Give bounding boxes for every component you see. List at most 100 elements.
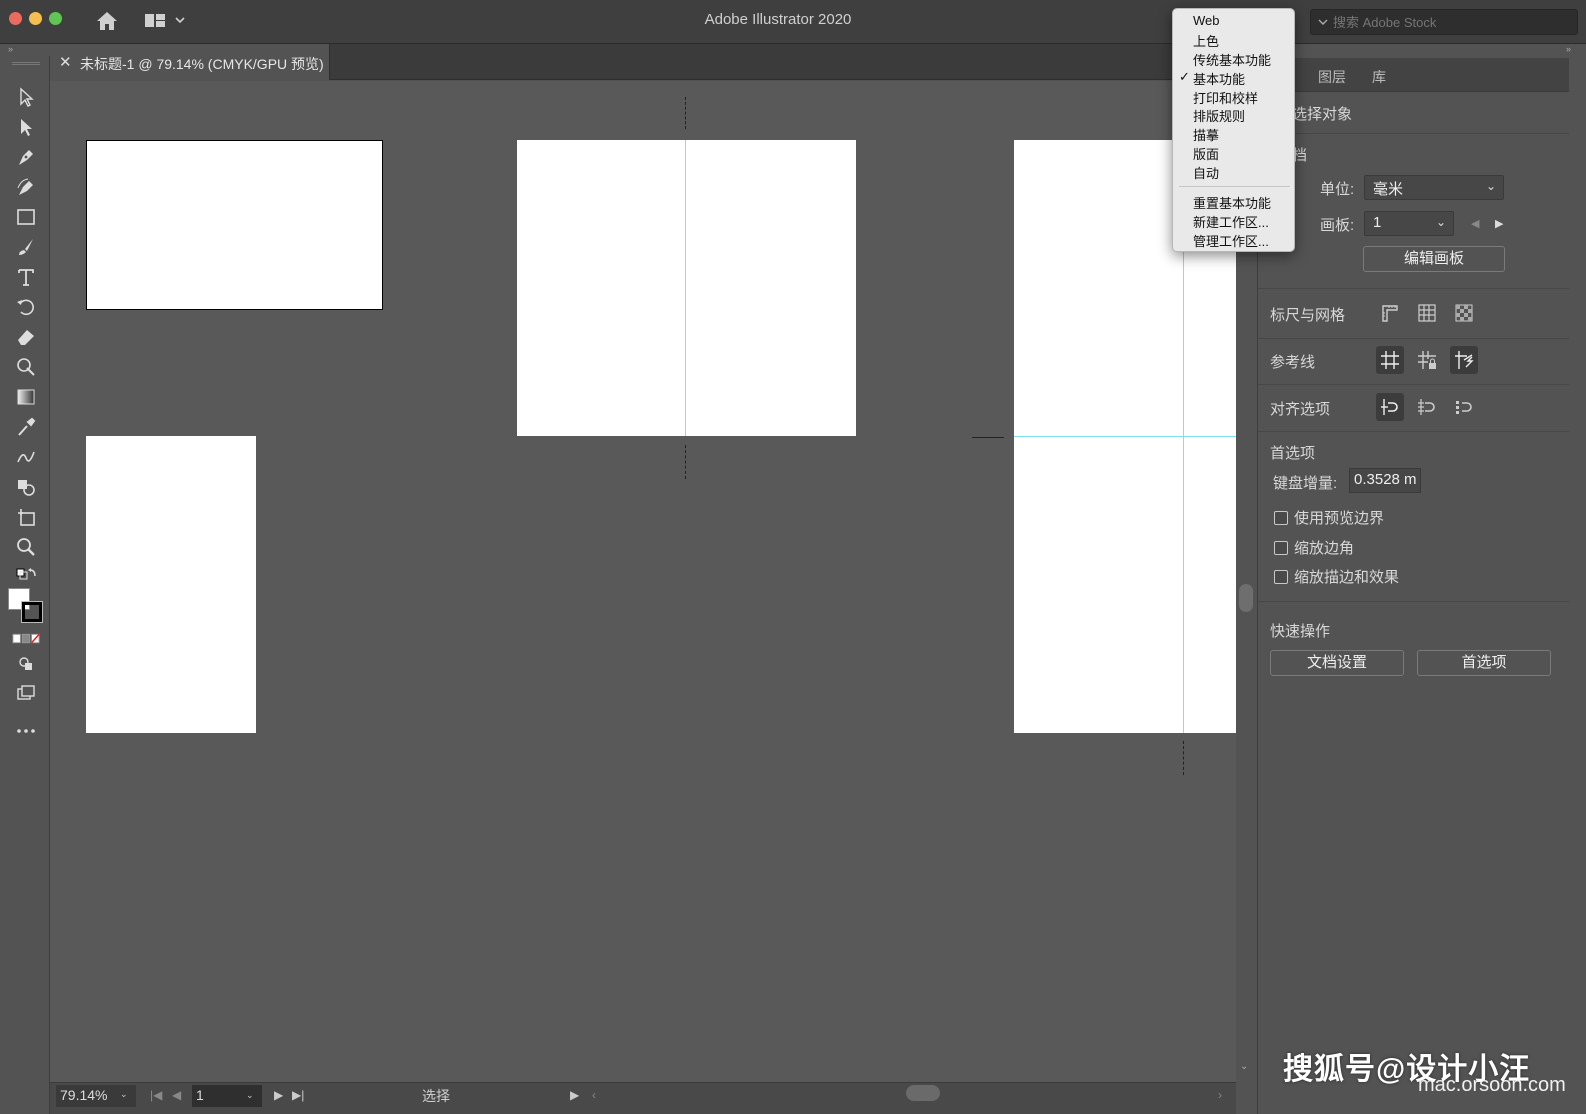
vertical-scroll-thumb[interactable] bbox=[1239, 584, 1253, 612]
menu-item-typography[interactable]: 排版规则 bbox=[1193, 106, 1245, 125]
document-tab-bar: ✕ 未标题-1 @ 79.14% (CMYK/GPU 预览) bbox=[50, 44, 1258, 80]
tools-panel bbox=[2, 56, 50, 1114]
show-rulers-button[interactable] bbox=[1376, 299, 1404, 327]
keyboard-increment-field[interactable]: 0.3528 m bbox=[1349, 468, 1421, 493]
direct-selection-tool[interactable] bbox=[12, 114, 40, 140]
artboard-tool[interactable] bbox=[12, 504, 40, 530]
artboard-4[interactable] bbox=[86, 436, 256, 733]
selection-tool[interactable] bbox=[12, 84, 40, 110]
transparency-grid-button[interactable] bbox=[1450, 299, 1478, 327]
menu-item-automation[interactable]: 自动 bbox=[1193, 163, 1219, 182]
gradient-tool[interactable] bbox=[12, 384, 40, 410]
rotate-tool[interactable] bbox=[12, 294, 40, 320]
first-artboard-icon[interactable]: |◀ bbox=[150, 1088, 162, 1102]
blend-icon bbox=[17, 451, 35, 463]
zoom-tool[interactable] bbox=[12, 534, 40, 560]
color-none-icon bbox=[12, 633, 40, 644]
pen-tool[interactable] bbox=[12, 144, 40, 170]
color-mode-buttons[interactable] bbox=[12, 626, 40, 652]
use-preview-bounds-checkbox[interactable]: 使用预览边界 bbox=[1274, 507, 1384, 528]
next-artboard-icon[interactable]: ▶ bbox=[274, 1088, 283, 1102]
eraser-tool[interactable] bbox=[12, 324, 40, 350]
show-guides-button[interactable] bbox=[1376, 346, 1404, 374]
menu-item-essentials[interactable]: 基本功能 bbox=[1193, 69, 1245, 88]
scroll-down-icon[interactable]: ⌄ bbox=[1240, 1061, 1248, 1072]
chevron-down-icon: ⌄ bbox=[1485, 179, 1496, 193]
menu-item-tracing[interactable]: 描摹 bbox=[1193, 125, 1219, 144]
scale-corners-checkbox[interactable]: 缩放边角 bbox=[1274, 537, 1354, 558]
stroke-swatch[interactable] bbox=[21, 601, 43, 623]
scale-strokes-effects-label: 缩放描边和效果 bbox=[1294, 569, 1400, 586]
artboard-2[interactable] bbox=[517, 140, 856, 436]
vertical-guide[interactable] bbox=[685, 140, 686, 436]
previous-artboard-icon[interactable]: ◀ bbox=[1471, 217, 1479, 230]
zoom-dropdown-icon[interactable]: ⌄ bbox=[120, 1089, 128, 1100]
document-tab[interactable]: ✕ 未标题-1 @ 79.14% (CMYK/GPU 预览) bbox=[50, 44, 330, 80]
snap-to-grid-button[interactable] bbox=[1413, 393, 1441, 421]
checkbox-box[interactable] bbox=[1274, 510, 1288, 525]
menu-item-reset-essentials[interactable]: 重置基本功能 bbox=[1193, 193, 1271, 212]
center-mark-top bbox=[685, 97, 686, 129]
search-icon bbox=[1318, 19, 1328, 25]
status-menu-icon[interactable]: ▶ bbox=[570, 1088, 579, 1102]
menu-item-printing-proofing[interactable]: 打印和校样 bbox=[1193, 88, 1258, 107]
last-artboard-icon[interactable]: ▶| bbox=[292, 1088, 304, 1102]
curvature-tool[interactable] bbox=[12, 174, 40, 200]
menu-item-essentials-classic[interactable]: 传统基本功能 bbox=[1193, 50, 1271, 69]
blend-tool[interactable] bbox=[12, 444, 40, 470]
eyedropper-tool[interactable] bbox=[12, 414, 40, 440]
horizontal-scroll-thumb[interactable] bbox=[906, 1085, 940, 1101]
rotate-icon bbox=[17, 299, 34, 316]
menu-item-layout[interactable]: 版面 bbox=[1193, 144, 1219, 163]
grid-icon bbox=[1418, 304, 1436, 322]
scroll-right-icon[interactable]: › bbox=[1218, 1088, 1222, 1102]
scale-strokes-effects-checkbox[interactable]: 缩放描边和效果 bbox=[1274, 566, 1399, 587]
search-input[interactable] bbox=[1333, 13, 1573, 31]
screen-mode-icon bbox=[17, 685, 35, 700]
horizontal-guide[interactable] bbox=[1014, 436, 1236, 437]
close-tab-icon[interactable]: ✕ bbox=[59, 53, 72, 71]
preferences-button[interactable]: 首选项 bbox=[1417, 650, 1551, 676]
snap-to-point-button[interactable] bbox=[1376, 393, 1404, 421]
shape-builder-tool[interactable] bbox=[12, 474, 40, 500]
swap-fill-stroke[interactable] bbox=[12, 562, 40, 588]
checkbox-box[interactable] bbox=[1274, 540, 1288, 555]
canvas[interactable] bbox=[50, 81, 1236, 1082]
screen-mode[interactable] bbox=[12, 680, 40, 706]
lock-guides-button[interactable] bbox=[1413, 346, 1441, 374]
artboard-1[interactable] bbox=[86, 140, 383, 310]
paintbrush-tool[interactable] bbox=[12, 234, 40, 260]
toolbar-grip[interactable] bbox=[12, 62, 40, 65]
previous-artboard-icon[interactable]: ◀ bbox=[172, 1088, 181, 1102]
tab-layers[interactable]: 图层 bbox=[1318, 67, 1346, 87]
menu-item-painting[interactable]: 上色 bbox=[1193, 31, 1219, 50]
menu-item-web[interactable]: Web bbox=[1193, 13, 1220, 28]
stock-search[interactable] bbox=[1310, 9, 1578, 35]
document-setup-button[interactable]: 文档设置 bbox=[1270, 650, 1404, 676]
tab-libraries[interactable]: 库 bbox=[1372, 67, 1386, 87]
artboard-dropdown-icon[interactable]: ⌄ bbox=[246, 1090, 254, 1101]
warp-tool[interactable] bbox=[12, 354, 40, 380]
paintbrush-icon bbox=[19, 239, 33, 255]
show-grid-button[interactable] bbox=[1413, 299, 1441, 327]
menu-item-manage-workspaces[interactable]: 管理工作区... bbox=[1193, 231, 1269, 250]
edit-artboards-button[interactable]: 编辑画板 bbox=[1363, 246, 1505, 272]
collapse-panels-icon[interactable]: » bbox=[1566, 44, 1571, 54]
rectangle-tool[interactable] bbox=[12, 204, 40, 230]
warp-icon bbox=[17, 358, 35, 376]
artboard-select[interactable]: 1 ⌄ bbox=[1364, 211, 1454, 236]
current-tool-label[interactable]: 选择 bbox=[422, 1086, 450, 1106]
smart-guides-button[interactable] bbox=[1450, 346, 1478, 374]
collapse-toolbar-icon[interactable]: » bbox=[8, 44, 13, 54]
type-tool[interactable] bbox=[12, 264, 40, 290]
units-select[interactable]: 毫米 ⌄ bbox=[1364, 175, 1504, 200]
next-artboard-icon[interactable]: ▶ bbox=[1495, 217, 1503, 230]
title-bar: Adobe Illustrator 2020 bbox=[0, 0, 1586, 44]
edit-toolbar[interactable] bbox=[12, 718, 40, 744]
menu-item-new-workspace[interactable]: 新建工作区... bbox=[1193, 212, 1269, 231]
checkbox-box[interactable] bbox=[1274, 569, 1288, 584]
transparency-grid-icon bbox=[1455, 304, 1473, 322]
drawing-modes[interactable] bbox=[12, 650, 40, 676]
scroll-left-icon[interactable]: ‹ bbox=[592, 1088, 596, 1102]
snap-to-pixel-button[interactable] bbox=[1450, 393, 1478, 421]
